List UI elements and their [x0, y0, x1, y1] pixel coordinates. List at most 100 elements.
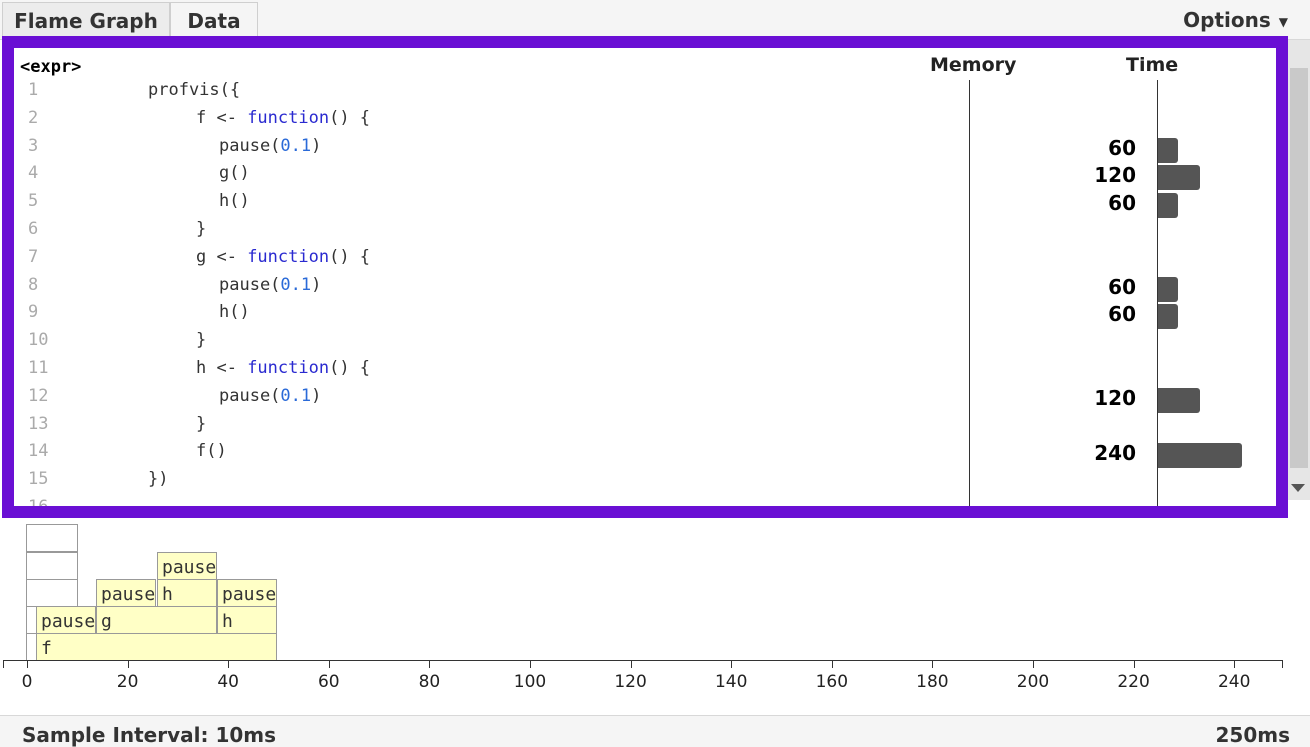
code-text: pause(0.1): [219, 136, 321, 156]
code-token: }: [196, 413, 207, 434]
flame-frame-h[interactable]: h: [217, 606, 277, 634]
tab-data[interactable]: Data: [170, 2, 258, 40]
code-token: () {: [329, 246, 371, 267]
code-text: profvis({: [148, 80, 240, 100]
code-scrollbar[interactable]: [1288, 40, 1310, 500]
line-number: 7: [28, 246, 39, 267]
code-header: <expr> Memory Time: [14, 48, 1276, 80]
flame-frame-f[interactable]: f: [36, 633, 277, 661]
options-label: Options: [1183, 8, 1271, 32]
axis-tick: [27, 660, 28, 668]
line-number: 8: [28, 274, 39, 295]
code-line[interactable]: 13}: [14, 414, 1276, 442]
flame-frame-pause[interactable]: pause: [36, 606, 96, 634]
line-number: 3: [28, 135, 39, 156]
axis-tick-label: 20: [116, 672, 139, 692]
code-panel: <expr> Memory Time 1 profvis({ 2 f <- funct…: [2, 36, 1288, 518]
memory-column-divider: [969, 80, 970, 506]
time-value: 60: [1108, 274, 1136, 299]
axis-tick-label: 240: [1217, 672, 1251, 692]
axis-tick-label: 220: [1117, 672, 1150, 692]
code-token: f(): [196, 441, 227, 462]
number-token: 0.1: [280, 274, 312, 295]
axis-tick: [1234, 660, 1236, 668]
axis-tick-label: 40: [217, 672, 240, 692]
time-axis: 0 20 40 60 80 100 120 140 160 180 200 220 240: [0, 660, 1310, 708]
axis-tick: [429, 660, 431, 668]
code-line[interactable]: 8 pause(0.1) 60: [14, 275, 1276, 303]
code-text: }: [196, 219, 206, 239]
code-line[interactable]: 1 profvis({: [14, 80, 1276, 108]
axis-tick: [328, 660, 330, 668]
code-text: }: [196, 414, 206, 434]
time-bar: [1157, 137, 1178, 163]
axis-tick-label: 180: [916, 672, 949, 692]
time-bar: [1157, 443, 1242, 469]
time-value: 60: [1108, 191, 1136, 216]
code-text: f <- function() {: [196, 108, 370, 128]
code-token: f <-: [196, 107, 248, 128]
line-number: 2: [28, 107, 39, 128]
code-line[interactable]: 15}): [14, 469, 1276, 497]
axis-tick-label: 120: [614, 672, 647, 692]
code-line[interactable]: 7 g <- function() {: [14, 247, 1276, 275]
code-line[interactable]: 10}: [14, 330, 1276, 358]
options-menu[interactable]: Options ▼: [1183, 8, 1288, 32]
time-value: 60: [1108, 135, 1136, 160]
code-token: () {: [329, 358, 371, 378]
code-token: }: [196, 330, 207, 351]
code-line[interactable]: 5 h() 60: [14, 191, 1276, 219]
code-line[interactable]: 4 g() 120: [14, 163, 1276, 191]
code-line[interactable]: 9 h() 60: [14, 302, 1276, 330]
code-token: h <-: [196, 358, 248, 378]
flame-frame-pause[interactable]: pause: [217, 579, 277, 607]
code-text: f(): [196, 441, 227, 461]
caret-down-icon: ▼: [1278, 14, 1288, 29]
code-token: ): [311, 385, 322, 406]
line-number: 10: [28, 330, 49, 351]
flame-frame-pause[interactable]: pause: [96, 579, 156, 607]
flame-frame-g[interactable]: g: [96, 606, 217, 634]
code-line[interactable]: 16: [14, 497, 1276, 506]
axis-tick-label: 160: [815, 672, 849, 692]
line-number: 14: [28, 441, 49, 462]
code-line[interactable]: 11 h <- function() {: [14, 358, 1276, 386]
line-number: 6: [28, 219, 39, 239]
time-bar: [1157, 276, 1178, 302]
axis-tick: [530, 660, 531, 668]
code-title: <expr>: [20, 57, 82, 77]
line-number: 13: [28, 413, 49, 434]
flame-frame-h[interactable]: h: [157, 579, 217, 607]
code-line[interactable]: 3 pause(0.1) 60: [14, 136, 1276, 164]
empty-stack-cell: [26, 552, 78, 580]
line-number: 15: [28, 469, 49, 490]
axis-tick: [731, 660, 733, 668]
flame-graph: f pause g h pause h pause pause: [0, 518, 1310, 663]
axis-tick: [1033, 660, 1034, 668]
footer: Sample Interval: 10ms 250ms: [0, 715, 1310, 747]
code-line[interactable]: 14 f() 240: [14, 441, 1276, 469]
line-number: 1: [28, 80, 39, 100]
total-time: 250ms: [1215, 723, 1291, 747]
time-bar: [1157, 193, 1178, 219]
code-token: ): [311, 274, 322, 295]
time-column-divider: [1157, 80, 1158, 506]
time-bar: [1157, 304, 1178, 330]
code-body: 1 profvis({ 2 f <- function() { 3 pause(0.1) 6…: [14, 80, 1276, 506]
axis-tick: [127, 660, 129, 668]
code-line[interactable]: 2 f <- function() {: [14, 108, 1276, 136]
code-token: h(): [219, 302, 250, 323]
code-text: h(): [219, 191, 250, 211]
time-value: 120: [1094, 163, 1136, 188]
flame-frame-pause[interactable]: pause: [157, 552, 217, 580]
tab-flame-graph[interactable]: Flame Graph: [2, 2, 170, 40]
axis-tick-label: 60: [317, 672, 340, 692]
code-token: () {: [329, 107, 371, 128]
scroll-down-arrow-icon[interactable]: [1291, 484, 1305, 492]
code-line[interactable]: 6}: [14, 219, 1276, 247]
code-text: g(): [219, 163, 250, 183]
scroll-thumb[interactable]: [1290, 68, 1308, 468]
line-number: 4: [28, 163, 39, 184]
code-token: ): [311, 135, 322, 156]
code-line[interactable]: 12 pause(0.1) 120: [14, 386, 1276, 414]
